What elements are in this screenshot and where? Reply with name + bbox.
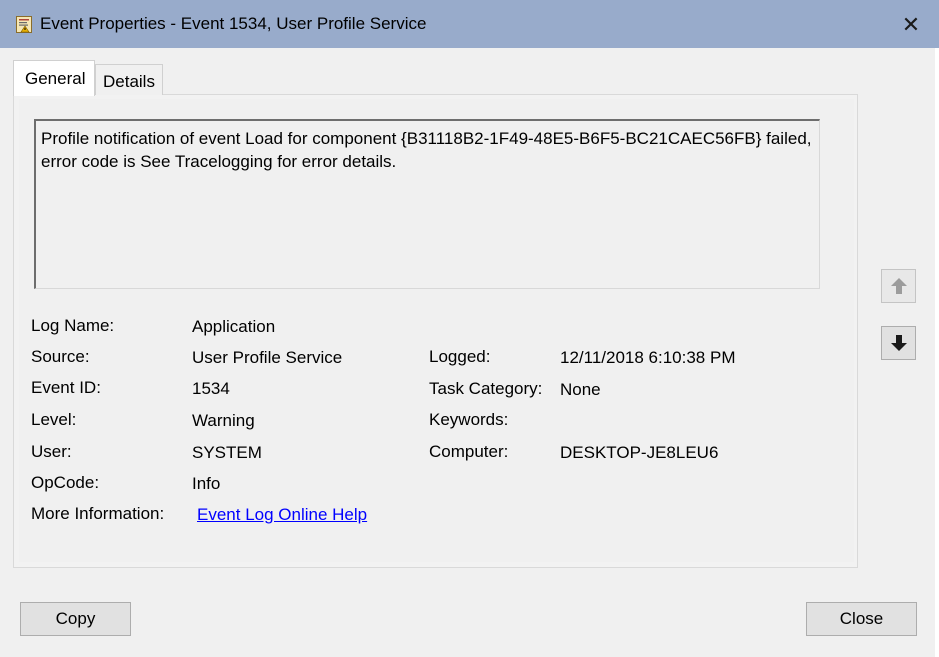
close-window-button[interactable]: ✕ — [898, 12, 924, 38]
user-label: User: — [31, 442, 72, 461]
level-value[interactable]: Warning — [192, 411, 255, 431]
log-name-value[interactable]: Application — [192, 317, 275, 337]
close-button[interactable]: Close — [806, 602, 917, 636]
close-icon: ✕ — [901, 12, 921, 37]
event-id-value[interactable]: 1534 — [192, 379, 230, 399]
event-viewer-icon — [16, 16, 32, 33]
user-value[interactable]: SYSTEM — [192, 443, 262, 463]
source-label: Source: — [31, 347, 90, 366]
event-description[interactable]: Profile notification of event Load for c… — [34, 119, 820, 289]
task-category-value[interactable]: None — [560, 380, 601, 400]
tab-details[interactable]: Details — [95, 64, 163, 95]
event-log-online-help-link[interactable]: Event Log Online Help — [197, 505, 367, 525]
window-title: Event Properties - Event 1534, User Prof… — [40, 14, 427, 33]
more-information-label: More Information: — [31, 504, 165, 523]
window-edge — [935, 48, 939, 657]
copy-button[interactable]: Copy — [20, 602, 131, 636]
arrow-down-icon — [891, 335, 907, 351]
task-category-label: Task Category: — [429, 379, 543, 398]
computer-label: Computer: — [429, 442, 509, 461]
logged-label: Logged: — [429, 347, 491, 366]
log-name-label: Log Name: — [31, 316, 115, 335]
event-id-label: Event ID: — [31, 378, 101, 397]
computer-value[interactable]: DESKTOP-JE8LEU6 — [560, 443, 718, 463]
logged-value[interactable]: 12/11/2018 6:10:38 PM — [560, 348, 736, 368]
opcode-label: OpCode: — [31, 473, 100, 492]
next-event-button[interactable] — [881, 326, 916, 360]
title-bar: Event Properties - Event 1534, User Prof… — [0, 0, 939, 48]
source-value[interactable]: User Profile Service — [192, 348, 342, 368]
previous-event-button[interactable] — [881, 269, 916, 303]
tab-general[interactable]: General — [13, 60, 95, 96]
level-label: Level: — [31, 410, 77, 429]
arrow-up-icon — [891, 278, 907, 294]
keywords-label: Keywords: — [429, 410, 509, 429]
opcode-value[interactable]: Info — [192, 474, 220, 494]
